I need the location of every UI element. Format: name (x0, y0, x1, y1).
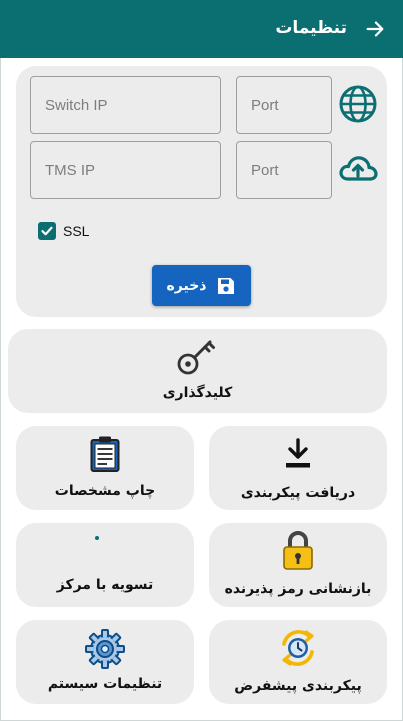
tms-port-input[interactable] (236, 141, 332, 199)
ssl-label: SSL (63, 223, 90, 239)
checkbox-checked-icon (38, 222, 56, 240)
switch-port-input[interactable] (236, 76, 332, 134)
tms-ip-input[interactable] (30, 141, 221, 199)
save-button[interactable]: ذخیره (152, 265, 251, 306)
system-settings-tile[interactable]: تنظیمات سیستم (16, 620, 194, 704)
download-icon (286, 438, 310, 468)
default-config-label: پیکربندی پیشفرض (234, 678, 362, 694)
ssl-checkbox[interactable]: SSL (38, 222, 89, 240)
key-injection-label: کلیدگذاری (162, 385, 233, 401)
print-specs-label: چاپ مشخصات (54, 483, 156, 499)
gear-icon (85, 629, 125, 669)
switch-ip-input[interactable] (30, 76, 221, 134)
key-icon (177, 340, 215, 375)
arrow-back-icon (366, 21, 384, 37)
globe-icon (339, 85, 377, 123)
save-button-label: ذخیره (166, 277, 207, 294)
download-config-label: دریافت پیکربندی (240, 485, 356, 501)
reset-merchant-password-tile[interactable]: بازنشانی رمز پذیرنده (209, 523, 387, 607)
settle-with-center-tile[interactable]: تسویه با مرکز (16, 523, 194, 607)
print-specs-tile[interactable]: چاپ مشخصات (16, 426, 194, 510)
key-injection-tile[interactable]: کلیدگذاری (8, 329, 387, 413)
cloud-upload-icon (339, 156, 378, 181)
back-button[interactable] (361, 15, 389, 43)
settlement-icon (95, 536, 99, 540)
page-title: تنظیمات (275, 18, 347, 38)
reset-merchant-password-label: بازنشانی رمز پذیرنده (224, 581, 372, 597)
padlock-icon (283, 531, 313, 570)
system-settings-label: تنظیمات سیستم (47, 676, 163, 692)
clock-refresh-icon (282, 630, 314, 666)
app-bar: تنظیمات (0, 0, 403, 58)
settle-with-center-label: تسویه با مرکز (56, 577, 154, 593)
clipboard-icon (90, 436, 120, 472)
download-config-tile[interactable]: دریافت پیکربندی (209, 426, 387, 510)
default-config-tile[interactable]: پیکربندی پیشفرض (209, 620, 387, 704)
floppy-save-icon (218, 277, 235, 294)
